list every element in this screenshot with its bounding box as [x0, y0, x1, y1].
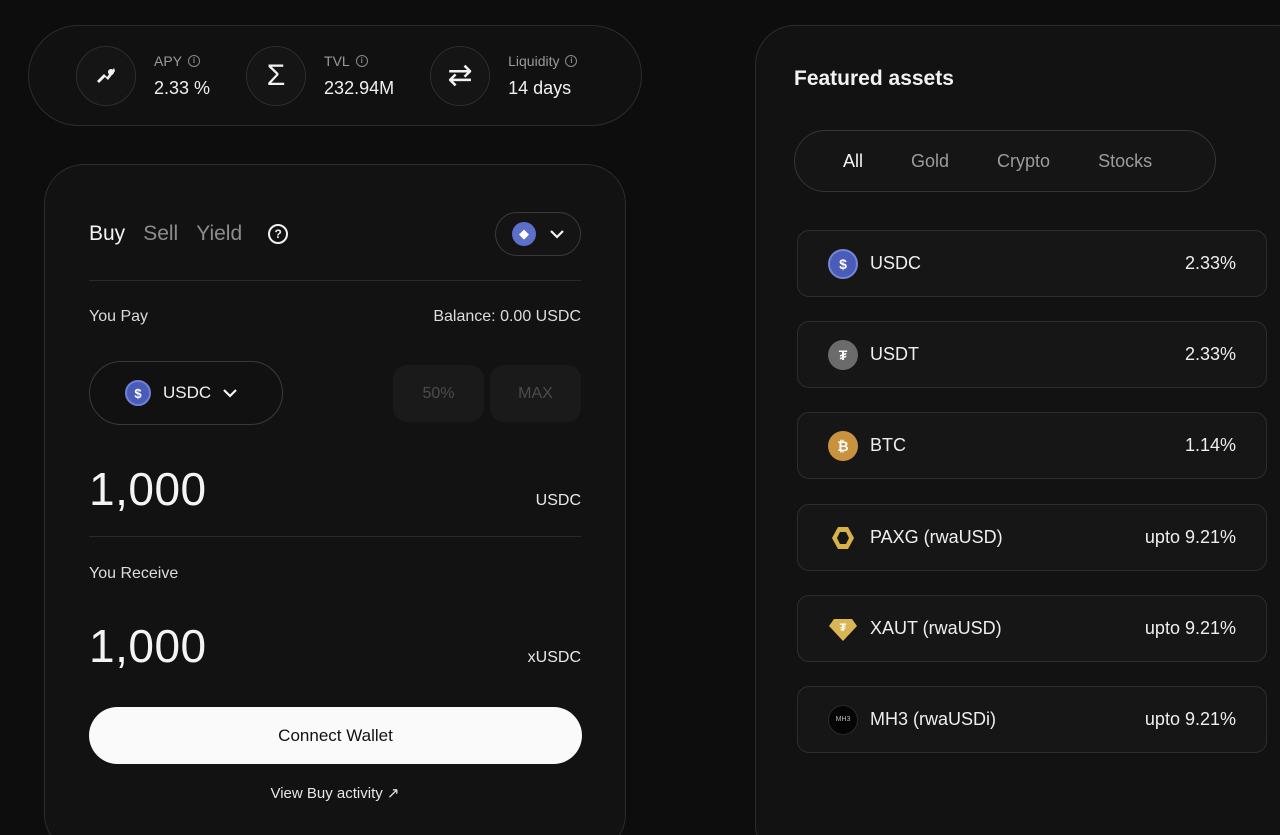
asset-row-mh3[interactable]: MH3 MH3 (rwaUSDi) upto 9.21%: [797, 686, 1267, 753]
help-icon[interactable]: ?: [268, 224, 289, 244]
info-icon[interactable]: i: [565, 54, 578, 67]
filter-all[interactable]: All: [843, 151, 863, 172]
chevron-down-icon: [223, 385, 237, 401]
mh3-icon: MH3: [828, 704, 858, 735]
pay-token-name: USDC: [163, 383, 212, 402]
asset-filters: All Gold Crypto Stocks: [794, 130, 1216, 192]
filter-stocks[interactable]: Stocks: [1098, 151, 1152, 172]
balance-text: Balance: 0.00 USDC: [433, 308, 581, 325]
asset-row-xaut[interactable]: ₮ XAUT (rwaUSD) upto 9.21%: [797, 595, 1267, 662]
connect-wallet-button[interactable]: Connect Wallet: [89, 707, 582, 764]
asset-name: BTC: [870, 435, 906, 455]
tab-buy[interactable]: Buy: [89, 222, 125, 246]
tab-sell[interactable]: Sell: [143, 222, 178, 246]
you-pay-label: You Pay: [89, 308, 149, 325]
divider: [89, 536, 581, 537]
fifty-percent-button[interactable]: 50%: [393, 365, 484, 422]
divider: [89, 280, 581, 281]
filter-crypto[interactable]: Crypto: [997, 151, 1050, 172]
asset-row-paxg[interactable]: PAXG (rwaUSD) upto 9.21%: [797, 504, 1267, 571]
asset-rate: 2.33%: [1184, 253, 1236, 273]
view-buy-activity-link[interactable]: View Buy activity ↗: [45, 784, 625, 802]
pay-amount-input[interactable]: 1,000: [89, 462, 207, 516]
asset-name: XAUT (rwaUSD): [870, 618, 1002, 638]
paxg-icon: [828, 523, 858, 553]
stat-value: 14 days: [508, 77, 572, 98]
swap-card: Buy Sell Yield ? ◆ You Pay Balance: 0.00…: [44, 164, 626, 835]
info-icon[interactable]: i: [355, 54, 368, 67]
usdt-icon: ₮: [828, 339, 858, 370]
stat-value: 2.33 %: [154, 77, 211, 98]
asset-name: PAXG (rwaUSD): [870, 527, 1003, 547]
ethereum-icon: ◆: [512, 222, 536, 246]
asset-row-usdc[interactable]: $ USDC 2.33%: [797, 230, 1267, 297]
usdc-icon: $: [828, 248, 858, 279]
asset-rate: upto 9.21%: [1144, 618, 1236, 638]
you-receive-label: You Receive: [89, 565, 179, 582]
asset-rate: upto 9.21%: [1144, 709, 1236, 729]
swap-arrows-icon: ⇄: [430, 45, 491, 106]
asset-rate: 2.33%: [1184, 344, 1236, 364]
page: APY i 2.33 % Σ TVL i 232.94M ⇄ Liquidity i …: [0, 0, 1280, 835]
sigma-icon: Σ: [246, 45, 307, 106]
asset-rate: upto 9.21%: [1144, 527, 1236, 547]
svg-text:₮: ₮: [840, 622, 847, 634]
swap-tabs: Buy Sell Yield ?: [89, 222, 289, 246]
asset-row-usdt[interactable]: ₮ USDT 2.33%: [797, 321, 1267, 388]
stat-tvl: Σ TVL i 232.94M: [246, 45, 395, 106]
featured-assets-title: Featured assets: [794, 67, 954, 90]
stat-liquidity: ⇄ Liquidity i 14 days: [430, 45, 578, 106]
stat-label: Liquidity: [508, 52, 560, 69]
asset-rate: 1.14%: [1184, 435, 1236, 455]
stat-apy: APY i 2.33 %: [76, 45, 211, 106]
filter-gold[interactable]: Gold: [911, 151, 949, 172]
pay-unit: USDC: [535, 492, 581, 509]
stats-bar: APY i 2.33 % Σ TVL i 232.94M ⇄ Liquidity i …: [28, 25, 642, 126]
tab-yield[interactable]: Yield: [196, 222, 242, 246]
usdc-icon: $: [125, 380, 151, 406]
asset-name: MH3 (rwaUSDi): [870, 709, 996, 729]
chevron-down-icon: [550, 226, 564, 242]
stat-label: APY: [154, 52, 183, 69]
stat-label: TVL: [324, 52, 350, 69]
network-select-button[interactable]: ◆: [495, 212, 581, 256]
max-button[interactable]: MAX: [490, 365, 581, 422]
asset-name: USDT: [870, 344, 919, 364]
asset-name: USDC: [870, 253, 922, 273]
asset-row-btc[interactable]: ₿ BTC 1.14%: [797, 412, 1267, 479]
receive-amount: 1,000: [89, 620, 207, 672]
info-icon[interactable]: i: [188, 54, 201, 67]
pay-token-select[interactable]: $ USDC: [89, 361, 283, 425]
receive-unit: xUSDC: [527, 649, 581, 666]
stat-value: 232.94M: [324, 77, 395, 98]
rocket-icon: [76, 45, 136, 106]
featured-assets-panel: Featured assets All Gold Crypto Stocks $…: [755, 25, 1280, 835]
xaut-icon: ₮: [828, 614, 858, 644]
btc-icon: ₿: [828, 430, 858, 461]
